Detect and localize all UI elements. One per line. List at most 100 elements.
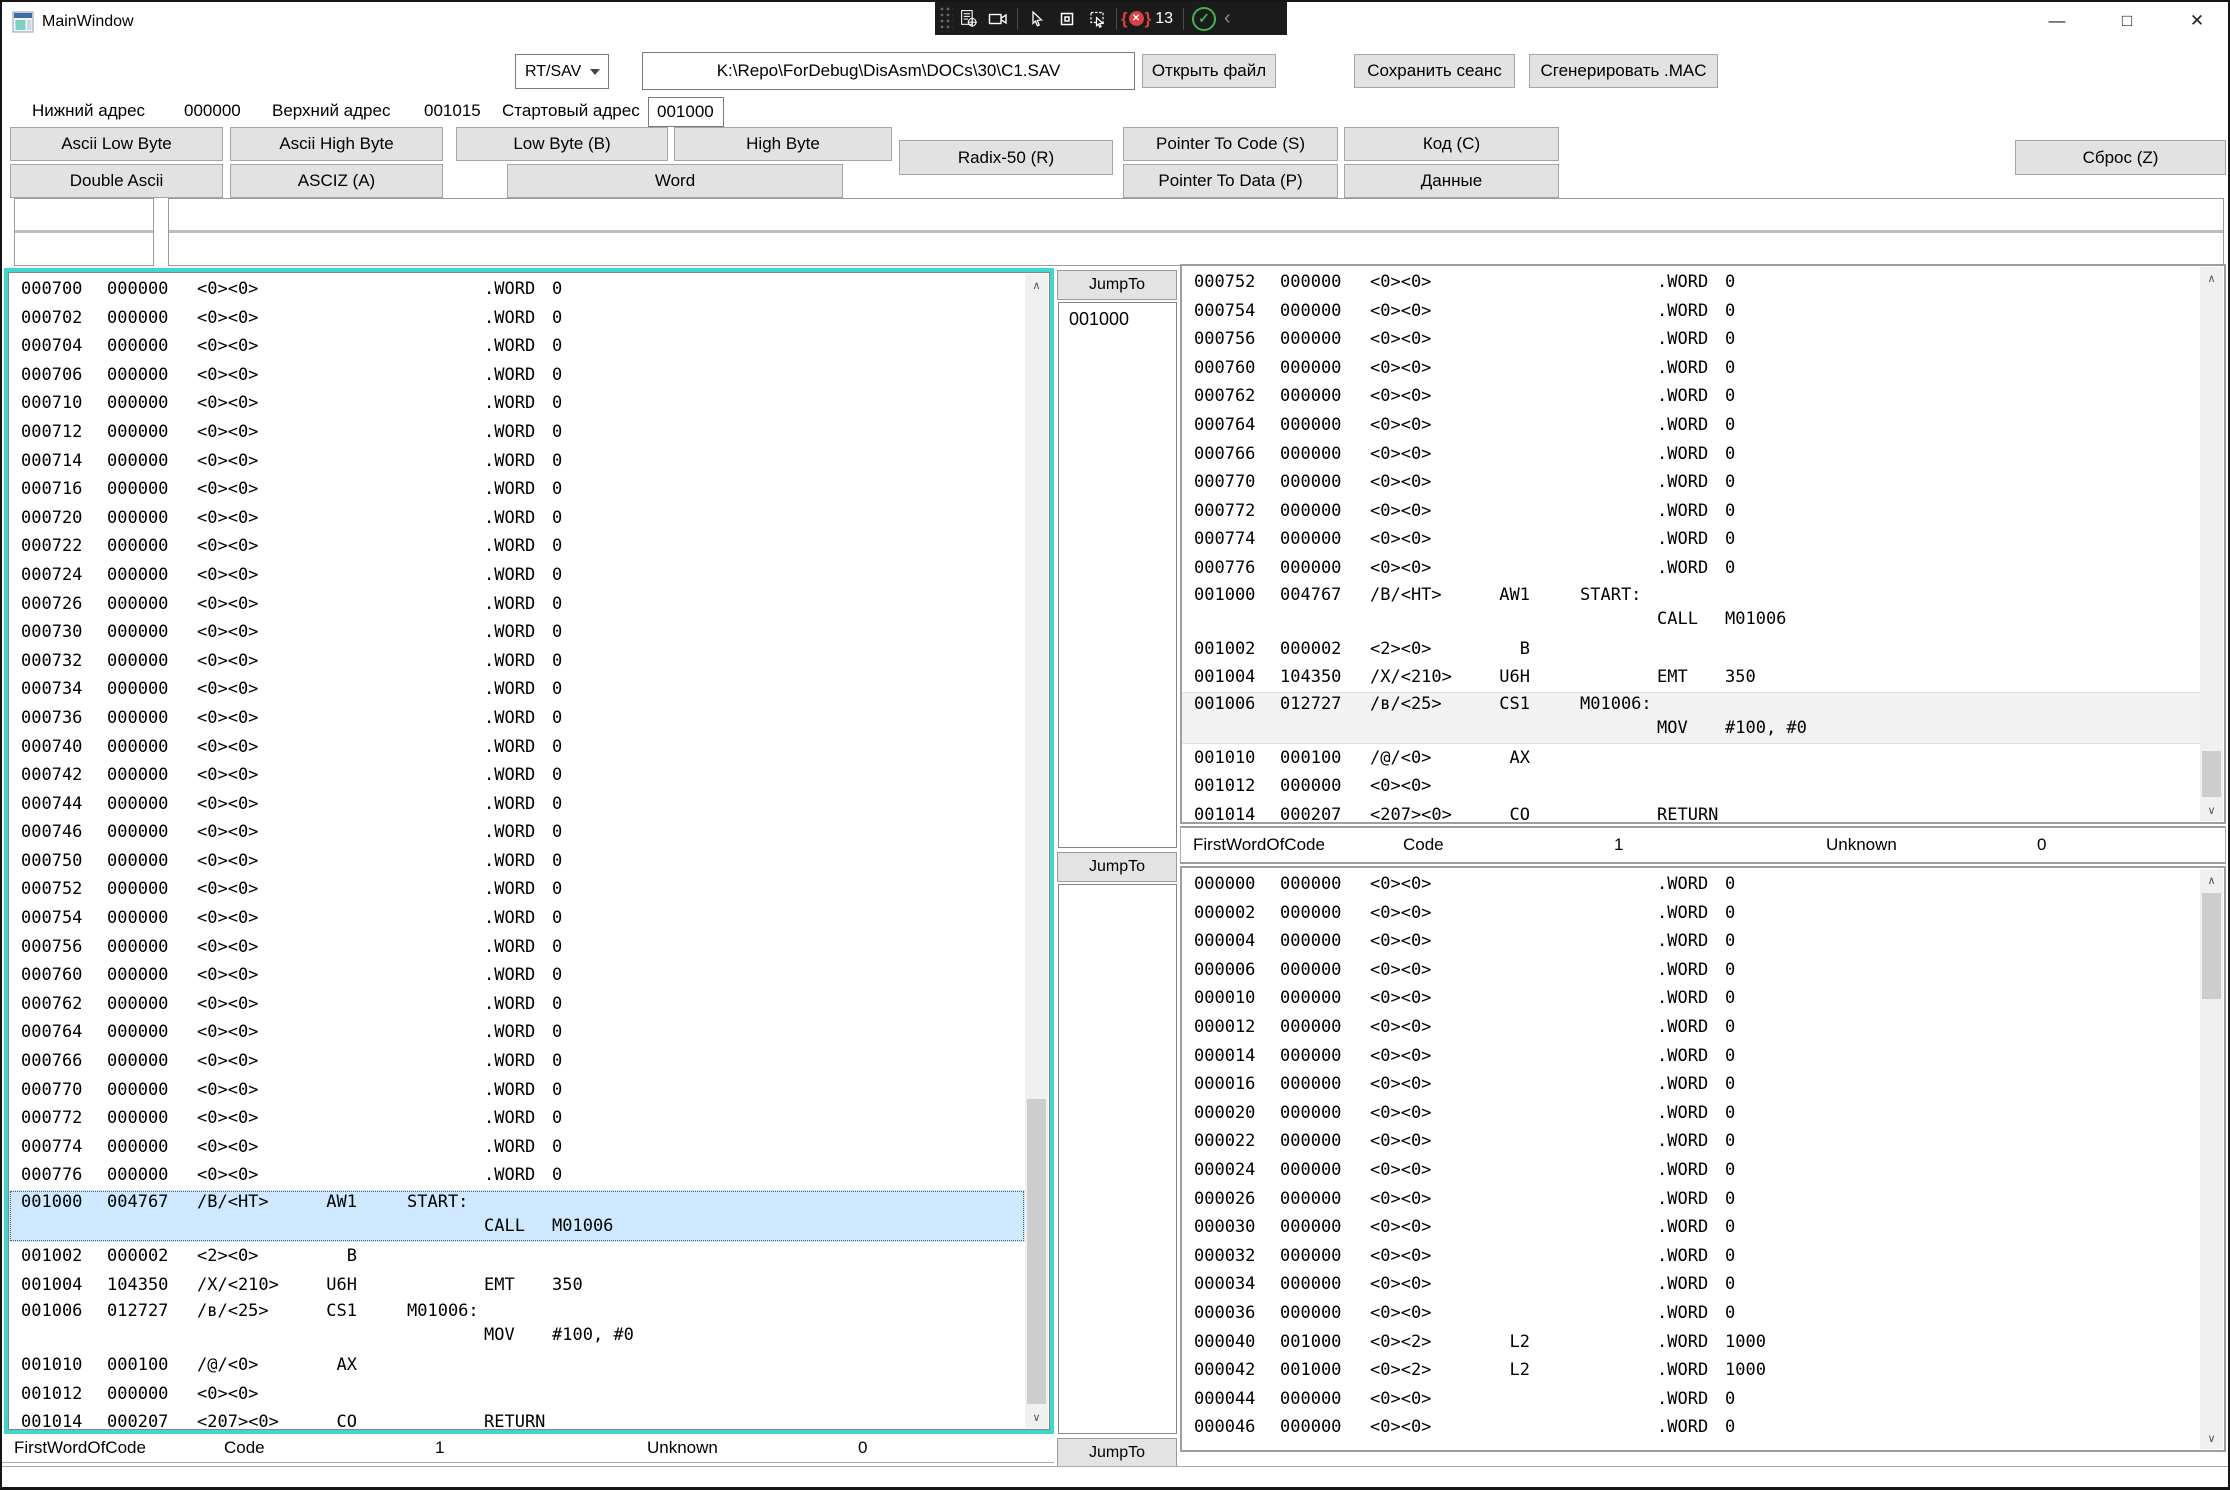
- disasm-row[interactable]: 001012000000<0><0>: [9, 1380, 1025, 1409]
- open-file-button[interactable]: Открыть файл: [1142, 54, 1276, 88]
- minimize-button[interactable]: —: [2028, 2, 2086, 40]
- disasm-row[interactable]: 000010000000<0><0>.WORD0: [1182, 984, 2200, 1013]
- disasm-row[interactable]: 000752000000<0><0>.WORD0: [9, 875, 1025, 904]
- asciz-button[interactable]: ASCIZ (A): [230, 164, 443, 198]
- disasm-row[interactable]: 000034000000<0><0>.WORD0: [1182, 1270, 2200, 1299]
- disasm-row[interactable]: 000772000000<0><0>.WORD0: [1182, 497, 2200, 526]
- disasm-row[interactable]: 000702000000<0><0>.WORD0: [9, 304, 1025, 333]
- disasm-row[interactable]: 000774000000<0><0>.WORD0: [9, 1133, 1025, 1162]
- disasm-row[interactable]: 000772000000<0><0>.WORD0: [9, 1104, 1025, 1133]
- disasm-row[interactable]: 000762000000<0><0>.WORD0: [9, 990, 1025, 1019]
- disasm-row[interactable]: 000742000000<0><0>.WORD0: [9, 761, 1025, 790]
- start-address-input[interactable]: [648, 97, 724, 127]
- scroll-down-icon[interactable]: ∨: [1025, 1406, 1048, 1428]
- radix-50-button[interactable]: Radix-50 (R): [899, 140, 1113, 175]
- jump-target-item[interactable]: 001000: [1059, 303, 1176, 330]
- success-check-icon[interactable]: ✓: [1192, 7, 1216, 31]
- disasm-row[interactable]: 000016000000<0><0>.WORD0: [1182, 1070, 2200, 1099]
- maximize-button[interactable]: □: [2098, 2, 2156, 40]
- select-region-icon[interactable]: [1082, 7, 1112, 31]
- disasm-row[interactable]: 000712000000<0><0>.WORD0: [9, 418, 1025, 447]
- collapse-arrow-icon[interactable]: ‹: [1224, 7, 1231, 30]
- disasm-row[interactable]: 000756000000<0><0>.WORD0: [1182, 325, 2200, 354]
- left-disassembly-panel[interactable]: 000700000000<0><0>.WORD0000702000000<0><…: [4, 268, 1054, 1434]
- disasm-row[interactable]: 000736000000<0><0>.WORD0: [9, 704, 1025, 733]
- code-button[interactable]: Код (C): [1344, 127, 1559, 161]
- disasm-row[interactable]: 000704000000<0><0>.WORD0: [9, 332, 1025, 361]
- scroll-up-icon[interactable]: ∧: [1025, 274, 1048, 296]
- disasm-row[interactable]: 001000004767/B/<HT>AW1START:CALLM01006: [1182, 583, 2200, 635]
- disasm-row[interactable]: 000770000000<0><0>.WORD0: [1182, 468, 2200, 497]
- format-select[interactable]: RT/SAV: [515, 54, 609, 89]
- disasm-row[interactable]: 000766000000<0><0>.WORD0: [1182, 440, 2200, 469]
- disasm-row[interactable]: 000754000000<0><0>.WORD0: [9, 904, 1025, 933]
- low-byte-button[interactable]: Low Byte (B): [456, 127, 668, 161]
- jump-to-list-bottom[interactable]: [1058, 884, 1177, 1434]
- scroll-up-icon[interactable]: ∧: [2200, 267, 2223, 289]
- disasm-row[interactable]: 000706000000<0><0>.WORD0: [9, 361, 1025, 390]
- jump-to-button-bottom[interactable]: JumpTo: [1057, 1438, 1177, 1468]
- disasm-row[interactable]: 000014000000<0><0>.WORD0: [1182, 1042, 2200, 1071]
- disasm-row[interactable]: 001014000207<207><0>CORETURN: [9, 1408, 1025, 1428]
- cursor-icon[interactable]: [1022, 7, 1052, 31]
- disasm-row[interactable]: 000760000000<0><0>.WORD0: [1182, 354, 2200, 383]
- scroll-down-icon[interactable]: ∨: [2200, 1427, 2223, 1449]
- disasm-row[interactable]: 001002000002<2><0>B: [9, 1242, 1025, 1271]
- ascii-high-byte-button[interactable]: Ascii High Byte: [230, 127, 443, 161]
- disasm-row[interactable]: 000750000000<0><0>.WORD0: [9, 847, 1025, 876]
- pointer-to-code-button[interactable]: Pointer To Code (S): [1123, 127, 1338, 161]
- disasm-row[interactable]: 000730000000<0><0>.WORD0: [9, 618, 1025, 647]
- disasm-row[interactable]: 001006012727/в/<25>CS1M01006:MOV#100, #0: [1182, 692, 2200, 744]
- jump-to-list-top[interactable]: 001000: [1058, 302, 1177, 848]
- disasm-row[interactable]: 000764000000<0><0>.WORD0: [1182, 411, 2200, 440]
- disasm-row[interactable]: 000760000000<0><0>.WORD0: [9, 961, 1025, 990]
- disasm-row[interactable]: 000044000000<0><0>.WORD0: [1182, 1385, 2200, 1414]
- disasm-row[interactable]: 000776000000<0><0>.WORD0: [1182, 554, 2200, 583]
- jump-to-button-top[interactable]: JumpTo: [1057, 270, 1177, 300]
- right-top-disassembly-panel[interactable]: 000752000000<0><0>.WORD0000754000000<0><…: [1180, 264, 2226, 824]
- disasm-row[interactable]: 000774000000<0><0>.WORD0: [1182, 525, 2200, 554]
- disasm-row[interactable]: 001004104350/X/<210>U6HEMT350: [1182, 663, 2200, 692]
- drag-grip-icon[interactable]: [939, 6, 953, 32]
- disasm-row[interactable]: 000726000000<0><0>.WORD0: [9, 590, 1025, 619]
- disasm-row[interactable]: 000734000000<0><0>.WORD0: [9, 675, 1025, 704]
- disasm-row[interactable]: 001004104350/X/<210>U6HEMT350: [9, 1271, 1025, 1300]
- disasm-row[interactable]: 000720000000<0><0>.WORD0: [9, 504, 1025, 533]
- high-byte-button[interactable]: High Byte: [674, 127, 892, 161]
- reset-button[interactable]: Сброс (Z): [2015, 140, 2226, 175]
- close-button[interactable]: ✕: [2168, 2, 2226, 40]
- disasm-row[interactable]: 000746000000<0><0>.WORD0: [9, 818, 1025, 847]
- disasm-row[interactable]: 000756000000<0><0>.WORD0: [9, 933, 1025, 962]
- camera-icon[interactable]: [983, 7, 1013, 31]
- disasm-row[interactable]: 000714000000<0><0>.WORD0: [9, 447, 1025, 476]
- disasm-row[interactable]: 000020000000<0><0>.WORD0: [1182, 1099, 2200, 1128]
- disasm-row[interactable]: 000722000000<0><0>.WORD0: [9, 532, 1025, 561]
- disasm-row[interactable]: 001014000207<207><0>CORETURN: [1182, 801, 2200, 821]
- jump-to-button-middle[interactable]: JumpTo: [1057, 852, 1177, 882]
- pointer-to-data-button[interactable]: Pointer To Data (P): [1123, 164, 1338, 198]
- scroll-up-icon[interactable]: ∧: [2200, 869, 2223, 891]
- disasm-row[interactable]: 001002000002<2><0>B: [1182, 635, 2200, 664]
- disasm-row[interactable]: 000764000000<0><0>.WORD0: [9, 1018, 1025, 1047]
- disasm-row[interactable]: 000002000000<0><0>.WORD0: [1182, 899, 2200, 928]
- info-box-wide[interactable]: [168, 198, 2224, 266]
- disasm-row[interactable]: 000724000000<0><0>.WORD0: [9, 561, 1025, 590]
- disasm-row[interactable]: 001000004767/B/<HT>AW1START:CALLM01006: [9, 1190, 1025, 1242]
- scroll-down-icon[interactable]: ∨: [2200, 799, 2223, 821]
- file-path-input[interactable]: [642, 52, 1135, 90]
- info-box-small[interactable]: [14, 198, 154, 266]
- save-session-button[interactable]: Сохранить сеанс: [1354, 54, 1515, 88]
- right-top-scrollbar[interactable]: ∧ ∨: [2200, 267, 2223, 821]
- disasm-row[interactable]: 000042001000<0><2>L2.WORD1000: [1182, 1356, 2200, 1385]
- disasm-row[interactable]: 000022000000<0><0>.WORD0: [1182, 1127, 2200, 1156]
- disasm-row[interactable]: 000716000000<0><0>.WORD0: [9, 475, 1025, 504]
- log-target-icon[interactable]: [953, 7, 983, 31]
- disasm-row[interactable]: 001010000100/@/<0>AX: [9, 1351, 1025, 1380]
- word-button[interactable]: Word: [507, 164, 843, 198]
- disasm-row[interactable]: 000776000000<0><0>.WORD0: [9, 1161, 1025, 1190]
- disasm-row[interactable]: 000032000000<0><0>.WORD0: [1182, 1242, 2200, 1271]
- data-button[interactable]: Данные: [1344, 164, 1559, 198]
- disasm-row[interactable]: 000732000000<0><0>.WORD0: [9, 647, 1025, 676]
- disasm-row[interactable]: 000700000000<0><0>.WORD0: [9, 275, 1025, 304]
- stop-square-icon[interactable]: [1052, 7, 1082, 31]
